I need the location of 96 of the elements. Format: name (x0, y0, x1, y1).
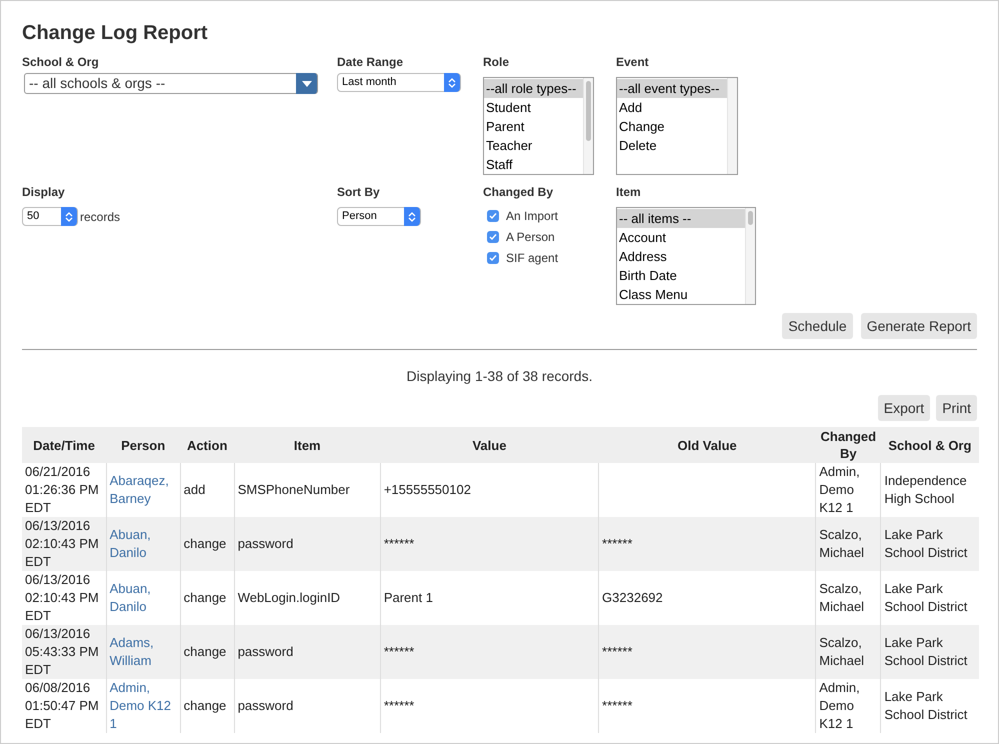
checkbox[interactable] (487, 210, 499, 222)
stepper-icon (404, 207, 420, 226)
list-option[interactable]: --all role types-- (484, 79, 583, 98)
table-cell: SMSPhoneNumber (234, 463, 380, 517)
sort-by-select[interactable]: Person (337, 207, 421, 226)
table-cell: password (234, 625, 380, 679)
column-header: Person (106, 427, 180, 463)
table-cell: 06/13/2016 05:43:33 PM EDT (22, 625, 106, 679)
table-cell: change (180, 625, 234, 679)
table-cell: Admin, Demo K12 1 (816, 679, 881, 733)
person-link[interactable]: Abaraqez, Barney (110, 472, 177, 508)
display-count-select[interactable]: 50 (22, 207, 78, 226)
table-cell: Independence High School (880, 463, 979, 517)
table-cell: ****** (598, 679, 816, 733)
table-cell: Lake Park School District (880, 517, 979, 571)
field-label: Role (483, 54, 510, 71)
list-option[interactable]: Parent (484, 117, 583, 136)
column-header: Action (180, 427, 234, 463)
table-cell: Parent 1 (380, 571, 599, 625)
table-cell: change (180, 571, 234, 625)
table-cell: Scalzo, Michael (816, 571, 881, 625)
field-label: Display (22, 184, 66, 201)
field-label: Date Range (337, 54, 404, 71)
table-cell: change (180, 517, 234, 571)
field-label: School & Org (22, 54, 100, 71)
scrollbar[interactable] (727, 78, 737, 174)
stepper-icon (444, 73, 460, 92)
table-cell: ****** (380, 625, 599, 679)
table-cell: WebLogin.loginID (234, 571, 380, 625)
list-option[interactable]: Change (617, 117, 727, 136)
checkbox-label: An Import (506, 208, 558, 225)
column-header: Date/Time (22, 427, 106, 463)
table-cell: Scalzo, Michael (816, 625, 881, 679)
column-header: Old Value (598, 427, 816, 463)
list-box[interactable]: --all event types-- Add Change Delete (616, 77, 738, 175)
list-option[interactable]: Class Menu (617, 285, 745, 304)
checkbox[interactable] (487, 252, 499, 264)
list-option[interactable]: --all event types-- (617, 79, 727, 98)
table-cell: 06/08/2016 01:50:47 PM EDT (22, 679, 106, 733)
table-cell: Lake Park School District (880, 625, 979, 679)
caret-icon (296, 73, 317, 94)
list-option[interactable]: Delete (617, 136, 727, 155)
table-cell: 06/21/2016 01:26:36 PM EDT (22, 463, 106, 517)
date-range-select[interactable]: Last month (337, 73, 461, 92)
column-header: School & Org (880, 427, 979, 463)
checkbox-label: SIF agent (506, 250, 558, 267)
action-button[interactable]: Generate Report (860, 313, 977, 339)
table-cell: 06/13/2016 02:10:43 PM EDT (22, 571, 106, 625)
field-label: Event (616, 54, 650, 71)
table-cell: password (234, 679, 380, 733)
field-label: Sort By (337, 184, 381, 201)
list-option[interactable]: Account (617, 228, 745, 247)
table-cell: password (234, 517, 380, 571)
column-header: Value (380, 427, 599, 463)
table-cell: 06/13/2016 02:10:43 PM EDT (22, 517, 106, 571)
action-button[interactable]: Schedule (782, 313, 853, 339)
table-cell: G3232692 (598, 571, 816, 625)
list-option[interactable]: Student (484, 98, 583, 117)
action-button[interactable]: Export (878, 395, 930, 421)
scrollbar[interactable] (745, 208, 755, 304)
person-link[interactable]: Admin, Demo K12 1 (110, 679, 177, 733)
list-option[interactable]: Birth Date (617, 266, 745, 285)
table-cell: ****** (380, 679, 599, 733)
table-cell: ****** (598, 517, 816, 571)
records-summary: Displaying 1-38 of 38 records. (406, 367, 594, 386)
action-button[interactable]: Print (936, 395, 977, 421)
field-label: Item (616, 184, 642, 201)
table-cell: Scalzo, Michael (816, 517, 881, 571)
field-label: Changed By (483, 184, 554, 201)
table-cell: +15555550102 (380, 463, 599, 517)
school-org-dropdown[interactable]: -- all schools & orgs -- (24, 73, 318, 94)
records-label: records (80, 208, 120, 226)
list-option[interactable]: Address (617, 247, 745, 266)
scrollbar[interactable] (583, 78, 593, 174)
person-link[interactable]: Abuan, Danilo (110, 526, 177, 562)
table-cell: change (180, 679, 234, 733)
list-option[interactable]: -- all items -- (617, 209, 745, 228)
column-header: Item (234, 427, 380, 463)
column-header: Changed By (816, 427, 881, 463)
stepper-icon (61, 207, 77, 226)
table-cell: ****** (380, 517, 599, 571)
checkbox-label: A Person (506, 229, 555, 246)
person-link[interactable]: Abuan, Danilo (110, 580, 177, 616)
person-link[interactable]: Adams, William (110, 634, 177, 670)
checkbox[interactable] (487, 231, 499, 243)
table-cell: ****** (598, 625, 816, 679)
list-box[interactable]: -- all items -- Account Address Birth Date Class Menu (616, 207, 756, 305)
table-cell: Admin, Demo K12 1 (816, 463, 881, 517)
table-cell: add (180, 463, 234, 517)
page-title: Change Log Report (22, 21, 209, 46)
table-cell: Lake Park School District (880, 679, 979, 733)
list-option[interactable]: Teacher (484, 136, 583, 155)
list-option[interactable]: Staff (484, 155, 583, 174)
list-option[interactable]: Add (617, 98, 727, 117)
list-box[interactable]: --all role types-- Student Parent Teacher Staff (483, 77, 594, 175)
table-cell: Lake Park School District (880, 571, 979, 625)
